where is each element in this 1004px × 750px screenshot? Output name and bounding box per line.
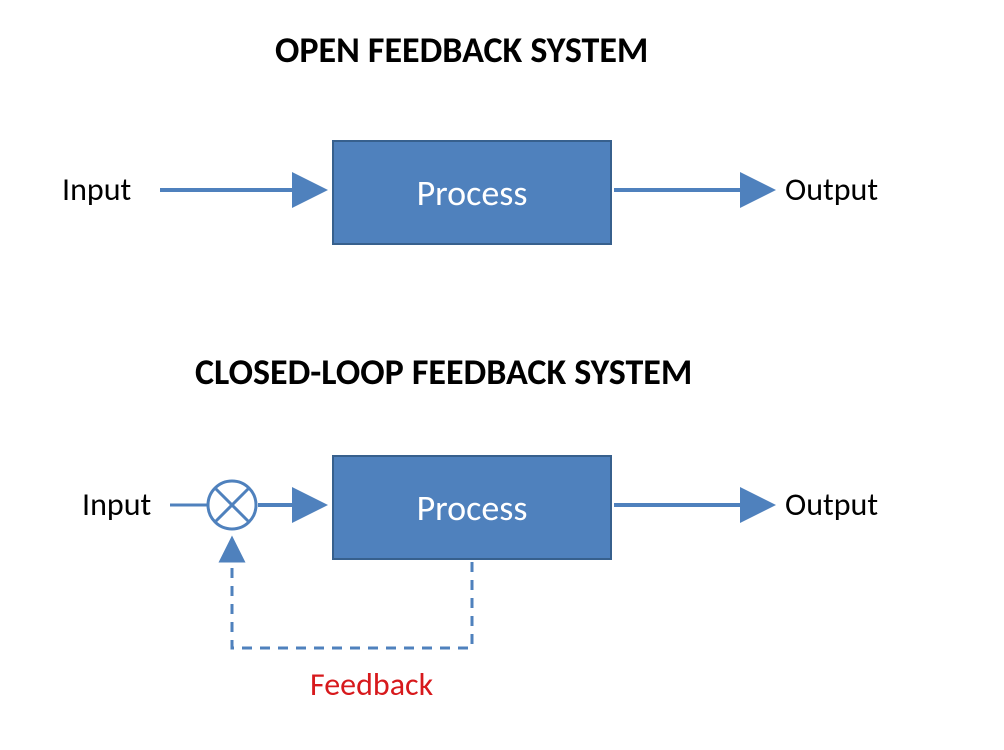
closed-process-label: Process	[417, 486, 528, 530]
open-input-label: Input	[62, 170, 131, 209]
closed-input-label: Input	[82, 485, 151, 524]
open-output-label: Output	[785, 170, 878, 209]
open-process-label: Process	[417, 171, 528, 215]
closed-output-label: Output	[785, 485, 878, 524]
open-process-block: Process	[332, 140, 612, 245]
open-system-title: OPEN FEEDBACK SYSTEM	[275, 28, 648, 72]
feedback-label: Feedback	[310, 665, 433, 704]
summing-junction-icon	[208, 481, 256, 529]
closed-process-block: Process	[332, 455, 612, 560]
closed-system-title: CLOSED-LOOP FEEDBACK SYSTEM	[195, 350, 692, 394]
